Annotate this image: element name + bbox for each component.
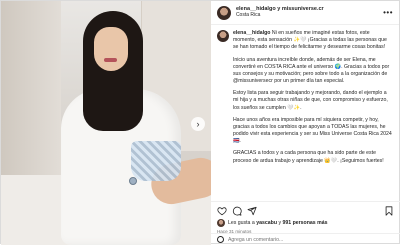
caption-paragraph-4: Hace unos años era imposible para mí siq… bbox=[232, 116, 392, 145]
post-header: elena__hidalgo y missuniverse.cr Costa R… bbox=[210, 1, 399, 25]
comment-input[interactable] bbox=[227, 236, 394, 243]
collaborator-link[interactable]: missuniverse.cr bbox=[282, 6, 324, 12]
caption-text: elena__hidalgo Ni en sueños me imaginé e… bbox=[233, 30, 393, 201]
likes-prefix: Les gusta a bbox=[227, 220, 255, 226]
photo-lips bbox=[104, 58, 117, 62]
location-link[interactable]: Costa Rica bbox=[236, 12, 383, 18]
post-sidebar: elena__hidalgo y missuniverse.cr Costa R… bbox=[210, 1, 400, 245]
header-text: elena__hidalgo y missuniverse.cr Costa R… bbox=[236, 6, 383, 18]
likes-summary[interactable]: Les gusta a yascabu y 991 personas más bbox=[216, 219, 394, 227]
caption-paragraph-2: Inicio una aventura increíble donde, ade… bbox=[232, 56, 390, 85]
photo-face bbox=[94, 27, 128, 71]
more-dots-icon[interactable]: ••• bbox=[383, 8, 393, 17]
instagram-post: › elena__hidalgo y missuniverse.cr Costa… bbox=[0, 0, 400, 245]
ring bbox=[129, 177, 137, 185]
liker-avatar[interactable] bbox=[216, 219, 225, 227]
caption-avatar[interactable] bbox=[216, 30, 229, 42]
comment-bar bbox=[210, 233, 400, 245]
caption-paragraph-5: GRACIAS a todos y a cada persona que ha … bbox=[232, 150, 384, 164]
heart-icon[interactable] bbox=[217, 206, 227, 216]
action-bar: Les gusta a yascabu y 991 personas más H… bbox=[210, 201, 400, 234]
post-photo[interactable]: › bbox=[1, 1, 211, 245]
likes-count[interactable]: 991 personas más bbox=[282, 220, 327, 226]
caption-username[interactable]: elena__hidalgo bbox=[233, 30, 270, 36]
caption-paragraph-3: Estoy lista para seguir trabajando y mej… bbox=[232, 90, 388, 111]
send-icon[interactable] bbox=[247, 206, 257, 216]
emoji-icon[interactable] bbox=[216, 236, 224, 243]
liker-username[interactable]: yascabu bbox=[256, 220, 277, 226]
comment-icon[interactable] bbox=[232, 206, 242, 216]
action-icons bbox=[217, 205, 394, 217]
bookmark-icon[interactable] bbox=[384, 206, 394, 216]
caption: elena__hidalgo Ni en sueños me imaginé e… bbox=[211, 25, 399, 201]
likes-connector: y bbox=[278, 220, 282, 226]
avatar[interactable] bbox=[216, 5, 231, 20]
crown bbox=[131, 141, 181, 181]
chevron-right-icon[interactable]: › bbox=[190, 117, 205, 131]
